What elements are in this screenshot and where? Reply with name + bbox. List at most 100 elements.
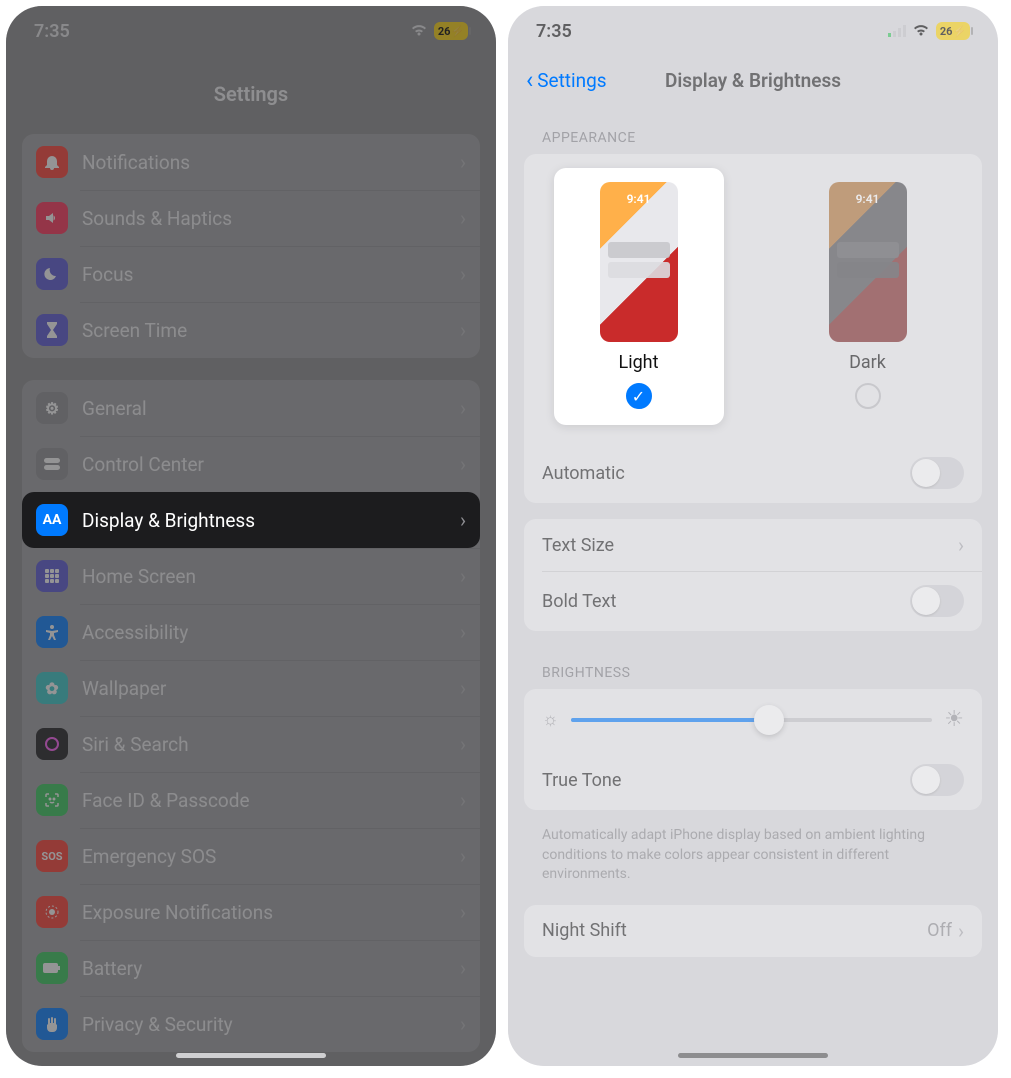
chevron-right-icon: › bbox=[460, 150, 466, 174]
sun-min-icon: ☼ bbox=[542, 709, 559, 730]
chevron-right-icon: › bbox=[958, 533, 964, 557]
chevron-right-icon: › bbox=[460, 1012, 466, 1036]
preview-time: 9:41 bbox=[600, 192, 678, 206]
row-wallpaper[interactable]: ✿ Wallpaper › bbox=[22, 660, 480, 716]
automatic-row: Automatic bbox=[524, 443, 982, 503]
text-size-row[interactable]: Text Size › bbox=[524, 519, 982, 571]
true-tone-row: True Tone bbox=[524, 750, 982, 810]
row-label: Control Center bbox=[82, 453, 446, 476]
appearance-dark-option[interactable]: 9:41 Dark bbox=[783, 168, 953, 425]
brightness-slider[interactable] bbox=[571, 718, 933, 722]
row-label: Accessibility bbox=[82, 621, 446, 644]
row-label: Exposure Notifications bbox=[82, 901, 446, 924]
chevron-right-icon: › bbox=[460, 844, 466, 868]
status-time: 7:35 bbox=[34, 21, 70, 42]
night-shift-value: Off bbox=[927, 920, 952, 941]
row-label: Sounds & Haptics bbox=[82, 207, 446, 230]
row-sos[interactable]: SOS Emergency SOS › bbox=[22, 828, 480, 884]
row-sounds[interactable]: Sounds & Haptics › bbox=[22, 190, 480, 246]
row-exposure[interactable]: Exposure Notifications › bbox=[22, 884, 480, 940]
radio-checked-icon[interactable]: ✓ bbox=[626, 383, 652, 409]
nav-bar: ‹ Settings Display & Brightness bbox=[508, 56, 998, 112]
appearance-header: APPEARANCE bbox=[508, 112, 998, 154]
radio-unchecked-icon[interactable] bbox=[855, 383, 881, 409]
display-brightness-screen: 7:35 26⚡ ‹ Settings Display & Brightness… bbox=[508, 6, 998, 1066]
text-size-icon: AA bbox=[36, 504, 68, 536]
brightness-card: ☼ ☀ True Tone bbox=[524, 689, 982, 810]
row-siri[interactable]: Siri & Search › bbox=[22, 716, 480, 772]
gear-icon: ⚙ bbox=[36, 392, 68, 424]
row-label: Screen Time bbox=[82, 319, 446, 342]
chevron-right-icon: › bbox=[460, 788, 466, 812]
back-label: Settings bbox=[537, 69, 606, 92]
siri-icon bbox=[36, 728, 68, 760]
status-bar: 7:35 26⚡ bbox=[508, 6, 998, 56]
row-label: Battery bbox=[82, 957, 446, 980]
row-notifications[interactable]: Notifications › bbox=[22, 134, 480, 190]
row-label: Siri & Search bbox=[82, 733, 446, 756]
chevron-right-icon: › bbox=[460, 452, 466, 476]
chevron-right-icon: › bbox=[460, 732, 466, 756]
automatic-toggle[interactable] bbox=[910, 457, 964, 489]
row-battery[interactable]: Battery › bbox=[22, 940, 480, 996]
battery-indicator: 26⚡ bbox=[936, 22, 970, 40]
battery-icon bbox=[36, 952, 68, 984]
cellular-icon bbox=[888, 21, 906, 42]
switches-icon bbox=[36, 448, 68, 480]
grid-icon bbox=[36, 560, 68, 592]
true-tone-label: True Tone bbox=[542, 770, 621, 791]
sun-max-icon: ☀ bbox=[944, 707, 964, 732]
moon-icon bbox=[36, 258, 68, 290]
speaker-icon bbox=[36, 202, 68, 234]
night-shift-label: Night Shift bbox=[542, 920, 627, 941]
chevron-right-icon: › bbox=[460, 900, 466, 924]
chevron-right-icon: › bbox=[460, 676, 466, 700]
chevron-right-icon: › bbox=[460, 564, 466, 588]
home-indicator[interactable] bbox=[678, 1053, 828, 1058]
row-display-brightness[interactable]: AA Display & Brightness › bbox=[22, 492, 480, 548]
row-general[interactable]: ⚙ General › bbox=[22, 380, 480, 436]
appearance-light-option[interactable]: 9:41 Light ✓ bbox=[554, 168, 724, 425]
preview-time: 9:41 bbox=[829, 192, 907, 206]
chevron-right-icon: › bbox=[958, 919, 964, 943]
row-screen-time[interactable]: Screen Time › bbox=[22, 302, 480, 358]
status-time: 7:35 bbox=[536, 21, 572, 42]
hourglass-icon bbox=[36, 314, 68, 346]
automatic-label: Automatic bbox=[542, 463, 625, 484]
bold-text-row: Bold Text bbox=[524, 571, 982, 631]
slider-thumb[interactable] bbox=[754, 705, 784, 735]
page-title: Settings bbox=[6, 56, 496, 124]
chevron-right-icon: › bbox=[460, 620, 466, 644]
night-shift-card: Night Shift Off › bbox=[524, 905, 982, 957]
row-label: Notifications bbox=[82, 151, 446, 174]
exposure-icon bbox=[36, 896, 68, 928]
chevron-right-icon: › bbox=[460, 956, 466, 980]
brightness-slider-row: ☼ ☀ bbox=[524, 689, 982, 750]
status-bar: 7:35 26⚡ bbox=[6, 6, 496, 56]
text-card: Text Size › Bold Text bbox=[524, 519, 982, 631]
wifi-icon bbox=[410, 21, 428, 42]
chevron-right-icon: › bbox=[460, 318, 466, 342]
row-accessibility[interactable]: Accessibility › bbox=[22, 604, 480, 660]
night-shift-row[interactable]: Night Shift Off › bbox=[524, 905, 982, 957]
row-home-screen[interactable]: Home Screen › bbox=[22, 548, 480, 604]
true-tone-footnote: Automatically adapt iPhone display based… bbox=[508, 826, 998, 905]
true-tone-toggle[interactable] bbox=[910, 764, 964, 796]
back-button[interactable]: ‹ Settings bbox=[526, 68, 607, 92]
home-indicator[interactable] bbox=[176, 1053, 326, 1058]
row-control-center[interactable]: Control Center › bbox=[22, 436, 480, 492]
appearance-card: 9:41 Light ✓ 9:41 Dark Automatic bbox=[524, 154, 982, 503]
chevron-right-icon: › bbox=[460, 396, 466, 420]
row-privacy[interactable]: Privacy & Security › bbox=[22, 996, 480, 1052]
bold-text-label: Bold Text bbox=[542, 591, 616, 612]
wifi-icon bbox=[912, 21, 930, 42]
row-label: Display & Brightness bbox=[82, 509, 446, 532]
brightness-header: BRIGHTNESS bbox=[508, 647, 998, 689]
row-label: Face ID & Passcode bbox=[82, 789, 446, 812]
row-faceid[interactable]: Face ID & Passcode › bbox=[22, 772, 480, 828]
hand-icon bbox=[36, 1008, 68, 1040]
chevron-right-icon: › bbox=[460, 508, 466, 532]
bold-text-toggle[interactable] bbox=[910, 585, 964, 617]
row-label: Home Screen bbox=[82, 565, 446, 588]
row-focus[interactable]: Focus › bbox=[22, 246, 480, 302]
